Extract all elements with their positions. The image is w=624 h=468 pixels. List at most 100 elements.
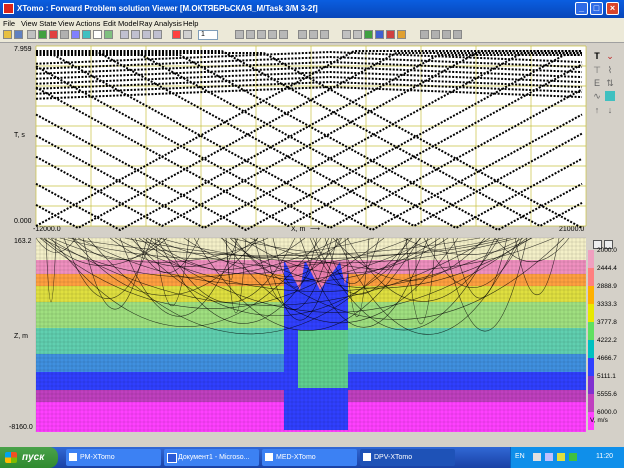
tool-d-icon[interactable]: ⇅ (605, 78, 615, 88)
save-icon[interactable] (14, 30, 23, 39)
list-icon[interactable] (27, 30, 36, 39)
tray-icon-4[interactable] (569, 453, 577, 461)
tool3-icon[interactable] (320, 30, 329, 39)
menu-view-state[interactable]: View State (21, 18, 57, 29)
chart-icon[interactable] (82, 30, 91, 39)
layers-icon[interactable] (60, 30, 69, 39)
zoom-fit-icon[interactable] (142, 30, 151, 39)
arrow-down-icon[interactable] (420, 30, 429, 39)
tool1-icon[interactable] (298, 30, 307, 39)
open-icon[interactable] (3, 30, 12, 39)
tools-icon[interactable] (104, 30, 113, 39)
x-axis-min: -12000.0 (33, 226, 61, 233)
app-icon (69, 453, 77, 461)
language-indicator[interactable]: EN (515, 453, 525, 460)
menu-help[interactable]: Help (183, 18, 198, 29)
curve-icon[interactable]: ⌄ (605, 51, 615, 61)
dropdown-icon[interactable] (183, 30, 192, 39)
grid-icon[interactable] (38, 30, 47, 39)
view3-icon[interactable] (257, 30, 266, 39)
arrow-left-icon[interactable] (442, 30, 451, 39)
menu-edit-model[interactable]: Edit Model (103, 18, 138, 29)
tool8-icon[interactable] (386, 30, 395, 39)
legend-label: 5111.1 (597, 373, 616, 380)
window-title: XTomo : Forward Problem solution Viewer … (17, 4, 318, 13)
legend-label: 2000.0 (597, 247, 617, 254)
x-axis-arrow-icon: ⟶ (310, 226, 321, 233)
model-plot-background (36, 238, 586, 432)
x-axis-max: 21000.0 (559, 226, 585, 233)
source-icon[interactable] (172, 30, 181, 39)
task-med-xtomo[interactable]: MED-XTomo (262, 449, 357, 466)
legend-label: 5555.6 (597, 391, 617, 398)
ray-paths (35, 237, 570, 335)
tool9-icon[interactable] (397, 30, 406, 39)
arrow-up-icon[interactable] (431, 30, 440, 39)
time-plot-background (36, 46, 586, 226)
legend-label: 4222.2 (597, 337, 617, 344)
windows-logo-icon (5, 452, 17, 463)
legend-unit: V, m/s (590, 417, 608, 424)
menu-file[interactable]: File (3, 18, 15, 29)
down-icon[interactable]: ↓ (605, 105, 615, 115)
model-mesh (35, 237, 586, 432)
color-tool-icon[interactable] (605, 91, 615, 101)
x-axis-label: X, m (291, 226, 306, 233)
start-button[interactable]: пуск (0, 447, 58, 468)
view4-icon[interactable] (268, 30, 277, 39)
task-document[interactable]: Документ1 - Microso... (164, 449, 259, 466)
view1-icon[interactable] (235, 30, 244, 39)
time-grid (35, 45, 587, 227)
model-icon[interactable] (49, 30, 58, 39)
time-axis-min: 0.000 (14, 218, 32, 225)
view2-icon[interactable] (246, 30, 255, 39)
menu-view-actions[interactable]: View Actions (58, 18, 100, 29)
star-icon[interactable] (93, 30, 102, 39)
legend-label: 2888.9 (597, 283, 617, 290)
app-icon (363, 453, 371, 461)
traveltime-curves (35, 50, 583, 232)
app-icon (265, 453, 273, 461)
time-axis-label: T, s (14, 132, 25, 139)
system-tray: EN 11:20 (510, 447, 624, 468)
toolbar: 1 (0, 29, 624, 43)
tool2-icon[interactable] (309, 30, 318, 39)
arrow-right-icon[interactable] (453, 30, 462, 39)
time-axis-max: 7.959 (14, 46, 32, 53)
legend-label: 2444.4 (597, 265, 617, 272)
start-label: пуск (22, 452, 45, 463)
tool-b-icon[interactable]: ⌇ (605, 65, 615, 75)
task-dpv-xtomo[interactable]: DPV-XTomo (360, 449, 455, 466)
tray-icon-1[interactable] (533, 453, 541, 461)
zoom-area-icon[interactable] (153, 30, 162, 39)
tool-a-icon[interactable]: ⊤ (592, 65, 602, 75)
rays-icon[interactable] (71, 30, 80, 39)
plot-canvas (35, 45, 594, 432)
tool5-icon[interactable] (353, 30, 362, 39)
depth-axis-bottom: -8160.0 (9, 424, 33, 431)
maximize-button[interactable]: □ (590, 2, 603, 15)
legend-label: 3777.8 (597, 319, 617, 326)
menu-ray-analysis[interactable]: Ray Analysis (139, 18, 182, 29)
up-icon[interactable]: ↑ (592, 105, 602, 115)
tool4-icon[interactable] (342, 30, 351, 39)
legend-label: 3333.3 (597, 301, 617, 308)
undo-icon[interactable] (279, 30, 288, 39)
tray-icon-3[interactable] (557, 453, 565, 461)
app-icon (3, 3, 14, 14)
legend-label: 6000.0 (597, 409, 617, 416)
menu-bar: File View State View Actions Edit Model … (0, 18, 624, 29)
tool-c-icon[interactable]: E (592, 78, 602, 88)
tray-icon-2[interactable] (545, 453, 553, 461)
minimize-button[interactable]: _ (575, 2, 588, 15)
word-icon (167, 453, 177, 463)
tool-e-icon[interactable]: ∿ (592, 91, 602, 101)
task-pm-xtomo[interactable]: PM-XTomo (66, 449, 161, 466)
tool6-icon[interactable] (364, 30, 373, 39)
zoom-in-icon[interactable] (120, 30, 129, 39)
tool7-icon[interactable] (375, 30, 384, 39)
close-button[interactable]: × (606, 2, 619, 15)
zoom-out-icon[interactable] (131, 30, 140, 39)
time-tool-icon[interactable]: T (592, 51, 602, 61)
source-spinner[interactable]: 1 (198, 30, 218, 40)
